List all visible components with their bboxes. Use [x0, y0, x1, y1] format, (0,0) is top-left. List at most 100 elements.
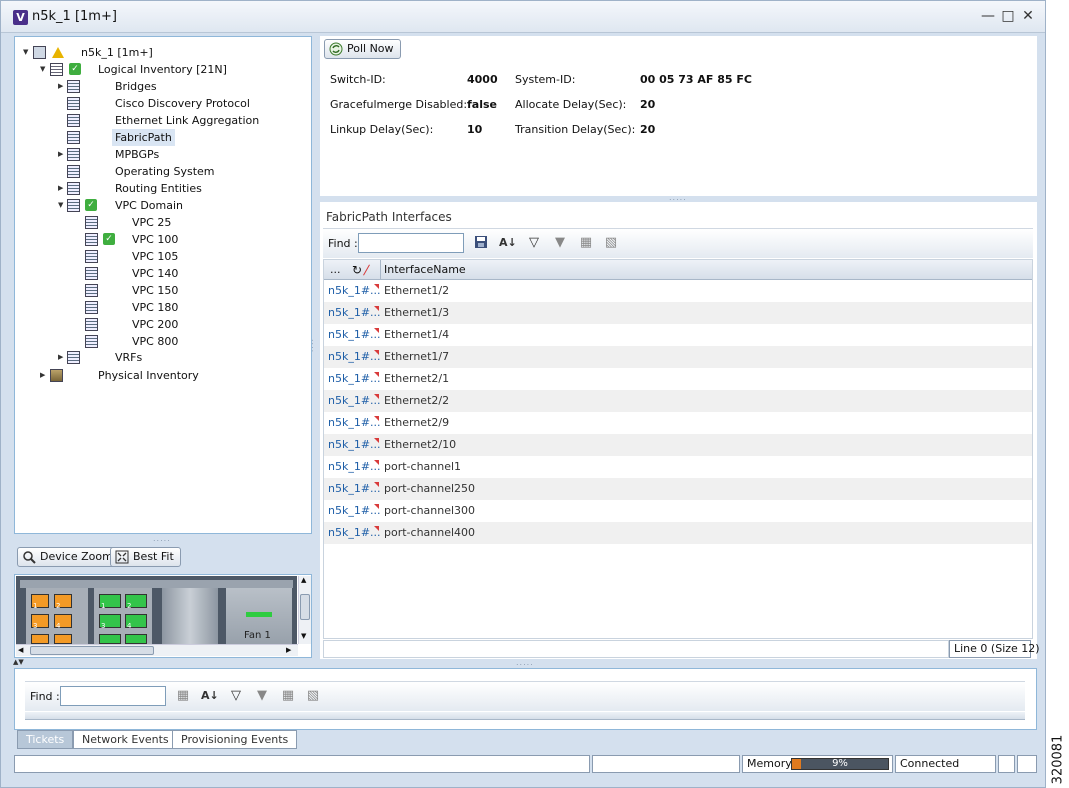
export-icon[interactable]: ▧	[305, 688, 321, 704]
splitter-grip[interactable]: .....	[669, 193, 687, 202]
find-label: Find :	[328, 237, 358, 250]
table-icon	[85, 284, 98, 297]
table-settings-icon[interactable]: ▦	[578, 235, 594, 251]
table-row[interactable]: n5k_1#... Ethernet1/4	[324, 324, 1032, 346]
poll-now-button[interactable]: Poll Now	[324, 39, 401, 59]
save-icon[interactable]	[473, 235, 489, 251]
slot-number: 2	[127, 602, 132, 610]
tree-label: MPBGPs	[115, 148, 160, 161]
splitter-grip[interactable]: .....	[516, 658, 534, 667]
row-link[interactable]: n5k_1#...	[328, 478, 381, 500]
table-row[interactable]: n5k_1#... Ethernet2/9	[324, 412, 1032, 434]
scroll-right-icon[interactable]: ▶	[286, 646, 291, 654]
row-link[interactable]: n5k_1#...	[328, 456, 381, 478]
row-link[interactable]: n5k_1#...	[328, 500, 381, 522]
device-view[interactable]: 1 2 3 4 1 2 3 4 Fan 1 ▲ ▼ ◀ ▶	[14, 574, 312, 658]
status-message	[14, 755, 590, 773]
check-icon: ✓	[85, 199, 97, 211]
expand-arrow-icon[interactable]: ▶	[58, 146, 66, 163]
table-row[interactable]: n5k_1#... Ethernet2/2	[324, 390, 1032, 412]
expand-arrow-icon[interactable]: ▶	[58, 78, 66, 95]
table-row[interactable]: n5k_1#... Ethernet2/10	[324, 434, 1032, 456]
maximize-icon[interactable]: □	[1000, 8, 1016, 24]
sort-icon[interactable]: A↓	[201, 688, 219, 704]
find-input[interactable]	[358, 233, 464, 253]
minimize-icon[interactable]: —	[980, 8, 996, 24]
memory-indicator: Memory: 9%	[742, 755, 893, 773]
table-row[interactable]: n5k_1#... Ethernet1/2	[324, 280, 1032, 302]
column-header-interface[interactable]: InterfaceName	[384, 260, 466, 280]
row-link[interactable]: n5k_1#...	[328, 522, 381, 544]
splitter-grip[interactable]: .....	[153, 534, 171, 543]
table-row[interactable]: n5k_1#... Ethernet2/1	[324, 368, 1032, 390]
table-icon	[85, 216, 98, 229]
splitter-grip[interactable]: ....	[310, 339, 319, 353]
table-row[interactable]: n5k_1#... port-channel300	[324, 500, 1032, 522]
collapse-arrow-icon[interactable]: ▼	[58, 197, 66, 214]
sort-icon[interactable]: A↓	[499, 235, 517, 251]
table-row[interactable]: n5k_1#... port-channel250	[324, 478, 1032, 500]
collapse-arrow-icon[interactable]: ▼	[40, 61, 48, 78]
row-link[interactable]: n5k_1#...	[328, 280, 381, 302]
collapse-arrow-icon[interactable]: ▼	[23, 44, 31, 61]
scroll-thumb[interactable]	[300, 594, 310, 620]
close-icon[interactable]: ✕	[1020, 8, 1036, 24]
row-link[interactable]: n5k_1#...	[328, 412, 381, 434]
slot-number: 3	[33, 622, 38, 630]
expand-arrow-icon[interactable]: ▶	[58, 349, 66, 366]
advanced-filter-icon[interactable]: ▼	[552, 235, 568, 251]
title-bar: V n5k_1 [1m+] — □ ✕	[1, 1, 1045, 33]
table-settings-icon[interactable]: ▦	[280, 688, 296, 704]
table-row[interactable]: n5k_1#... Ethernet1/7	[324, 346, 1032, 368]
expand-arrow-icon[interactable]: ▶	[58, 180, 66, 197]
tree-label: VPC 105	[132, 250, 179, 263]
tree-label: VPC 140	[132, 267, 179, 280]
property-value: 4000	[467, 73, 498, 86]
row-link[interactable]: n5k_1#...	[328, 390, 381, 412]
export-icon[interactable]: ▧	[603, 235, 619, 251]
tree-label-logical: Logical Inventory [21N]	[98, 63, 227, 76]
table-icon	[85, 318, 98, 331]
vertical-scrollbar[interactable]: ▲ ▼	[298, 576, 311, 644]
expand-arrow-icon[interactable]: ▶	[40, 367, 48, 384]
events-table-header[interactable]	[25, 712, 1025, 720]
best-fit-button[interactable]: Best Fit	[110, 547, 181, 567]
filter-icon[interactable]: ▽	[228, 688, 244, 704]
refresh-icon	[329, 42, 343, 56]
table-row[interactable]: n5k_1#... port-channel1	[324, 456, 1032, 478]
inventory-tree[interactable]: ▼ n5k_1 [1m+] ▼ ✓ Logical Inventory [21N…	[14, 36, 312, 534]
property-value: 20	[640, 123, 656, 136]
scroll-up-icon[interactable]: ▲	[301, 576, 306, 584]
interfaces-table[interactable]: ... ↻ InterfaceName n5k_1#... Ethernet1/…	[323, 259, 1033, 639]
table-row[interactable]: n5k_1#... port-channel400	[324, 522, 1032, 544]
collapse-panel-icon[interactable]: ▲▼	[13, 658, 24, 666]
tab-provisioning-events[interactable]: Provisioning Events	[172, 730, 298, 749]
table-icon	[85, 301, 98, 314]
row-link[interactable]: n5k_1#...	[328, 368, 381, 390]
device-zoom-button[interactable]: Device Zoom	[17, 547, 120, 567]
row-link[interactable]: n5k_1#...	[328, 346, 381, 368]
refresh-icon[interactable]: ↻	[352, 260, 362, 280]
table-row[interactable]: n5k_1#... Ethernet1/3	[324, 302, 1032, 324]
magnifier-icon	[22, 550, 36, 564]
events-find-input[interactable]	[60, 686, 166, 706]
row-link[interactable]: n5k_1#...	[328, 302, 381, 324]
scroll-left-icon[interactable]: ◀	[18, 646, 23, 654]
filter-icon[interactable]: ▽	[526, 235, 542, 251]
row-link[interactable]: n5k_1#...	[328, 324, 381, 346]
chassis-image[interactable]: 1 2 3 4 1 2 3 4 Fan 1	[16, 576, 297, 644]
tab-tickets[interactable]: Tickets	[17, 730, 74, 749]
save-icon[interactable]: ▦	[175, 688, 191, 704]
interface-name: Ethernet1/7	[384, 350, 450, 363]
events-toolbar: Find : ▦ A↓ ▽ ▼ ▦ ▧	[25, 681, 1025, 711]
scroll-thumb[interactable]	[30, 646, 154, 655]
column-divider[interactable]	[380, 260, 381, 280]
port-icon	[125, 634, 147, 644]
column-header-more[interactable]: ...	[330, 260, 341, 280]
tab-network-events[interactable]: Network Events	[73, 730, 178, 749]
advanced-filter-icon[interactable]: ▼	[254, 688, 270, 704]
row-link[interactable]: n5k_1#...	[328, 434, 381, 456]
scroll-down-icon[interactable]: ▼	[301, 632, 306, 640]
interfaces-panel: FabricPath Interfaces Find : A↓ ▽ ▼ ▦ ▧ …	[320, 202, 1040, 659]
horizontal-scrollbar[interactable]: ◀ ▶	[16, 644, 298, 656]
